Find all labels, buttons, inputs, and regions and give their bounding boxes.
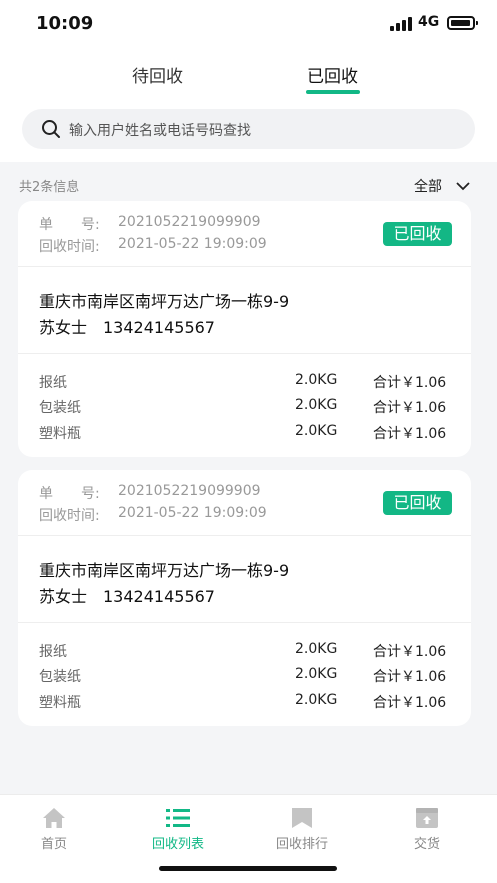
- search-placeholder: 输入用户姓名或电话号码查找: [69, 123, 251, 139]
- battery-icon: [447, 16, 478, 30]
- home-indicator: [159, 866, 337, 871]
- status-badge: 已回收: [383, 491, 452, 515]
- recycle-time-label: 回收时间:: [39, 239, 100, 255]
- contact: 苏女士 13424145567: [39, 587, 215, 606]
- status-bar: 10:09 4G: [0, 0, 497, 48]
- top-panel: 10:09 4G 待回收 已回收 输入用户姓名或电话号码查找: [0, 0, 497, 162]
- recycle-time-label: 回收时间:: [39, 508, 100, 524]
- item-name: 塑料瓶: [39, 426, 81, 442]
- item-weight: 2.0KG: [295, 397, 338, 413]
- delivery-box-icon: [416, 808, 438, 828]
- status-time: 10:09: [36, 13, 94, 34]
- divider: [18, 535, 471, 536]
- order-no: 2021052219099909: [118, 214, 261, 230]
- item-name: 报纸: [39, 375, 67, 391]
- nav-label: 回收排行: [275, 837, 328, 852]
- nav-recycle-list[interactable]: 回收列表: [116, 795, 240, 859]
- item-weight: 2.0KG: [295, 423, 338, 439]
- status-filter-dropdown[interactable]: 全部: [414, 176, 470, 196]
- item-total: 合计￥1.06: [373, 375, 447, 391]
- item-name: 包装纸: [39, 669, 81, 685]
- status-badge: 已回收: [383, 222, 452, 246]
- recycle-time: 2021-05-22 19:09:09: [118, 505, 267, 521]
- filter-label: 全部: [414, 179, 442, 195]
- search-input[interactable]: 输入用户姓名或电话号码查找: [22, 109, 475, 149]
- item-name: 报纸: [39, 644, 67, 660]
- list-icon: [166, 809, 190, 827]
- nav-delivery[interactable]: 交货: [365, 795, 489, 859]
- search-icon: [42, 120, 60, 138]
- network-type: 4G: [418, 14, 440, 30]
- order-no-label: 单 号:: [39, 486, 100, 502]
- divider: [18, 353, 471, 354]
- active-tab-indicator: [306, 90, 360, 94]
- item-name: 塑料瓶: [39, 695, 81, 711]
- nav-label: 交货: [413, 837, 440, 852]
- order-no: 2021052219099909: [118, 483, 261, 499]
- tab-recycled[interactable]: 已回收: [307, 62, 358, 87]
- home-icon: [43, 808, 65, 828]
- divider: [18, 266, 471, 267]
- address: 重庆市南岸区南坪万达广场一栋9-9: [39, 561, 290, 580]
- nav-recycle-ranking[interactable]: 回收排行: [240, 795, 364, 859]
- contact: 苏女士 13424145567: [39, 318, 215, 337]
- item-total: 合计￥1.06: [373, 644, 447, 660]
- signal-icon: [390, 17, 412, 31]
- order-card[interactable]: 单 号: 2021052219099909 回收时间: 2021-05-22 1…: [18, 201, 471, 457]
- order-card[interactable]: 单 号: 2021052219099909 回收时间: 2021-05-22 1…: [18, 470, 471, 726]
- item-weight: 2.0KG: [295, 692, 338, 708]
- nav-home[interactable]: 首页: [0, 795, 116, 859]
- chevron-down-icon: [456, 182, 470, 191]
- item-total: 合计￥1.06: [373, 669, 447, 685]
- order-no-label: 单 号:: [39, 217, 100, 233]
- recycle-time: 2021-05-22 19:09:09: [118, 236, 267, 252]
- item-total: 合计￥1.06: [373, 695, 447, 711]
- item-weight: 2.0KG: [295, 372, 338, 388]
- nav-label: 首页: [40, 837, 67, 852]
- tab-pending[interactable]: 待回收: [132, 62, 183, 87]
- nav-label: 回收列表: [151, 837, 204, 852]
- item-name: 包装纸: [39, 400, 81, 416]
- divider: [18, 622, 471, 623]
- bookmark-icon: [292, 808, 312, 828]
- item-weight: 2.0KG: [295, 666, 338, 682]
- item-weight: 2.0KG: [295, 641, 338, 657]
- item-total: 合计￥1.06: [373, 400, 447, 416]
- result-count: 共2条信息: [19, 180, 80, 195]
- address: 重庆市南岸区南坪万达广场一栋9-9: [39, 292, 290, 311]
- item-total: 合计￥1.06: [373, 426, 447, 442]
